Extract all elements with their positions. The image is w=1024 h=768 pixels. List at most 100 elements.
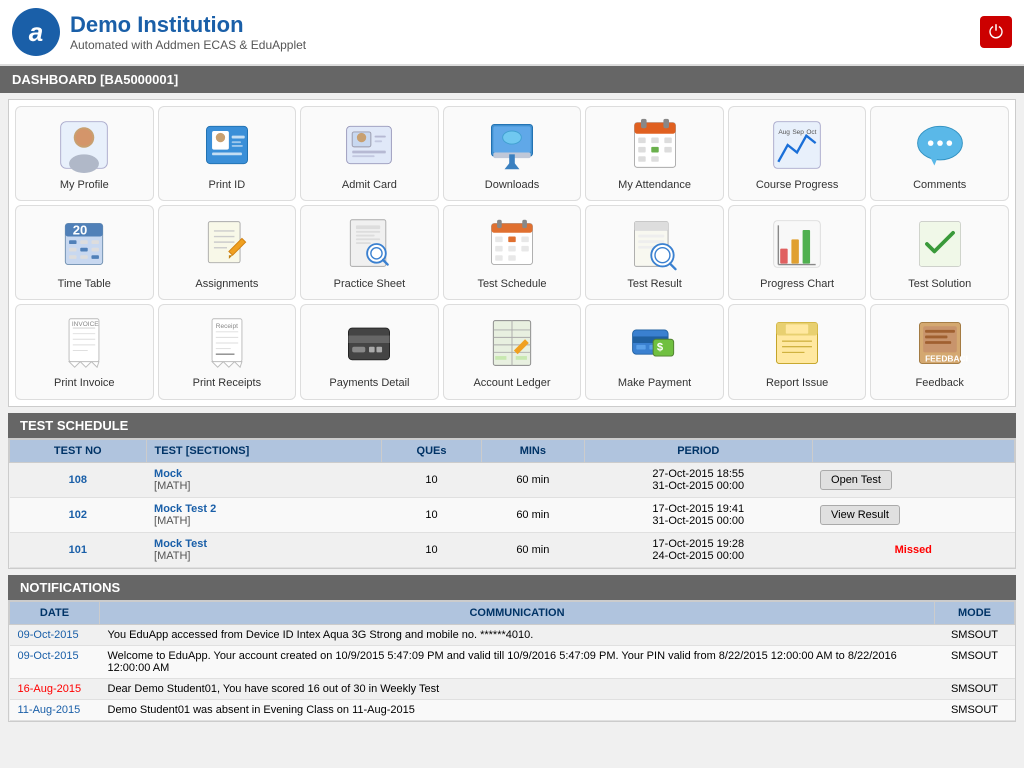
svg-text:Sep: Sep	[792, 129, 804, 136]
icon-practice-sheet[interactable]: Practice Sheet	[300, 205, 439, 300]
open-test-button[interactable]: Open Test	[820, 470, 892, 490]
icon-make-payment[interactable]: $ Make Payment	[585, 304, 724, 399]
notif-date-cell: 09-Oct-2015	[10, 645, 100, 678]
test-schedule-header: TEST SCHEDULE	[8, 413, 1016, 438]
notif-row: 09-Oct-2015 Welcome to EduApp. Your acco…	[10, 645, 1015, 678]
view-result-button[interactable]: View Result	[820, 505, 900, 525]
svg-text:Oct: Oct	[806, 129, 816, 136]
icon-time-table[interactable]: 20 Time Table	[15, 205, 154, 300]
test-mins-cell: 60 min	[481, 462, 585, 497]
icon-downloads[interactable]: Downloads	[443, 106, 582, 201]
icon-test-schedule[interactable]: Test Schedule	[443, 205, 582, 300]
icon-print-invoice-label: Print Invoice	[54, 377, 115, 390]
test-no-cell: 102	[10, 497, 147, 532]
test-period-cell: 27-Oct-2015 18:5531-Oct-2015 00:00	[585, 462, 812, 497]
header: a Demo Institution Automated with Addmen…	[0, 0, 1024, 66]
icon-feedback[interactable]: FEEDBACK Feedback	[870, 304, 1009, 399]
notif-message-cell: Welcome to EduApp. Your account created …	[100, 645, 935, 678]
icon-admit-card[interactable]: Admit Card	[300, 106, 439, 201]
svg-text:$: $	[656, 342, 663, 354]
col-period: PERIOD	[585, 439, 812, 462]
test-schedule-row: 102 Mock Test 2[MATH] 10 60 min 17-Oct-2…	[10, 497, 1015, 532]
icon-assignments-label: Assignments	[195, 278, 258, 291]
icon-test-solution-label: Test Solution	[908, 278, 971, 291]
notifications-table: DATE COMMUNICATION MODE 09-Oct-2015 You …	[9, 601, 1015, 721]
svg-text:INVOICE: INVOICE	[72, 322, 99, 329]
col-mins: MINs	[481, 439, 585, 462]
logo: a	[12, 8, 60, 56]
icon-report-issue[interactable]: Report Issue	[728, 304, 867, 399]
icon-print-receipts-label: Print Receipts	[193, 377, 261, 390]
icon-payments-detail[interactable]: Payments Detail	[300, 304, 439, 399]
icon-test-schedule-label: Test Schedule	[477, 278, 546, 291]
col-test-sections: TEST [SECTIONS]	[146, 439, 382, 462]
test-ques-cell: 10	[382, 462, 481, 497]
test-no-cell: 101	[10, 532, 147, 567]
icon-account-ledger[interactable]: Account Ledger	[443, 304, 582, 399]
notif-col-comm: COMMUNICATION	[100, 601, 935, 624]
icon-my-profile[interactable]: My Profile	[15, 106, 154, 201]
col-test-no: TEST NO	[10, 439, 147, 462]
notif-mode-cell: SMSOUT	[935, 645, 1015, 678]
test-ques-cell: 10	[382, 532, 481, 567]
header-left: a Demo Institution Automated with Addmen…	[12, 8, 306, 56]
notif-col-date: DATE	[10, 601, 100, 624]
institution-subtitle: Automated with Addmen ECAS & EduApplet	[70, 38, 306, 52]
icon-my-profile-label: My Profile	[60, 179, 109, 192]
power-button[interactable]: ⏻	[980, 16, 1012, 48]
icon-course-progress[interactable]: Aug Sep Oct Course Progress	[728, 106, 867, 201]
test-action-cell[interactable]: Open Test	[812, 462, 1014, 497]
test-ques-cell: 10	[382, 497, 481, 532]
notif-row: 11-Aug-2015 Demo Student01 was absent in…	[10, 699, 1015, 720]
test-no-cell: 108	[10, 462, 147, 497]
notif-date-cell: 09-Oct-2015	[10, 624, 100, 645]
icon-account-ledger-label: Account Ledger	[473, 377, 550, 390]
icon-downloads-label: Downloads	[485, 179, 539, 192]
icon-feedback-label: Feedback	[916, 377, 964, 390]
col-action	[812, 439, 1014, 462]
icon-print-invoice[interactable]: INVOICE Print Invoice	[15, 304, 154, 399]
icon-progress-chart[interactable]: Progress Chart	[728, 205, 867, 300]
icon-comments[interactable]: Comments	[870, 106, 1009, 201]
test-schedule-row: 101 Mock Test[MATH] 10 60 min 17-Oct-201…	[10, 532, 1015, 567]
svg-text:Receipt: Receipt	[216, 323, 238, 330]
header-text: Demo Institution Automated with Addmen E…	[70, 12, 306, 52]
icon-payments-detail-label: Payments Detail	[329, 377, 409, 390]
icon-test-result[interactable]: Test Result	[585, 205, 724, 300]
notif-date-cell: 11-Aug-2015	[10, 699, 100, 720]
icon-print-receipts[interactable]: Receipt Print Receipts	[158, 304, 297, 399]
test-schedule-row: 108 Mock[MATH] 10 60 min 27-Oct-2015 18:…	[10, 462, 1015, 497]
test-mins-cell: 60 min	[481, 497, 585, 532]
svg-text:20: 20	[73, 223, 88, 238]
icon-make-payment-label: Make Payment	[618, 377, 691, 390]
icon-my-attendance[interactable]: My Attendance	[585, 106, 724, 201]
icon-test-result-label: Test Result	[627, 278, 681, 291]
institution-name: Demo Institution	[70, 12, 306, 38]
icon-admit-card-label: Admit Card	[342, 179, 397, 192]
notif-row: 16-Aug-2015 Dear Demo Student01, You hav…	[10, 678, 1015, 699]
icon-print-id-label: Print ID	[209, 179, 246, 192]
icon-time-table-label: Time Table	[58, 278, 111, 291]
icon-print-id[interactable]: Print ID	[158, 106, 297, 201]
test-period-cell: 17-Oct-2015 19:4131-Oct-2015 00:00	[585, 497, 812, 532]
test-action-cell[interactable]: View Result	[812, 497, 1014, 532]
notif-mode-cell: SMSOUT	[935, 699, 1015, 720]
notif-mode-cell: SMSOUT	[935, 624, 1015, 645]
icon-progress-chart-label: Progress Chart	[760, 278, 834, 291]
test-name-cell: Mock Test[MATH]	[146, 532, 382, 567]
notif-row: 09-Oct-2015 You EduApp accessed from Dev…	[10, 624, 1015, 645]
notif-col-mode: MODE	[935, 601, 1015, 624]
test-period-cell: 17-Oct-2015 19:2824-Oct-2015 00:00	[585, 532, 812, 567]
notif-message-cell: You EduApp accessed from Device ID Intex…	[100, 624, 935, 645]
notif-message-cell: Dear Demo Student01, You have scored 16 …	[100, 678, 935, 699]
notifications-table-container: DATE COMMUNICATION MODE 09-Oct-2015 You …	[8, 600, 1016, 722]
icon-course-progress-label: Course Progress	[756, 179, 839, 192]
notif-message-cell: Demo Student01 was absent in Evening Cla…	[100, 699, 935, 720]
test-mins-cell: 60 min	[481, 532, 585, 567]
test-name-cell: Mock[MATH]	[146, 462, 382, 497]
icon-test-solution[interactable]: Test Solution	[870, 205, 1009, 300]
icon-assignments[interactable]: Assignments	[158, 205, 297, 300]
svg-text:Aug: Aug	[778, 129, 790, 136]
notif-mode-cell: SMSOUT	[935, 678, 1015, 699]
test-schedule-table: TEST NO TEST [SECTIONS] QUEs MINs PERIOD…	[9, 439, 1015, 568]
